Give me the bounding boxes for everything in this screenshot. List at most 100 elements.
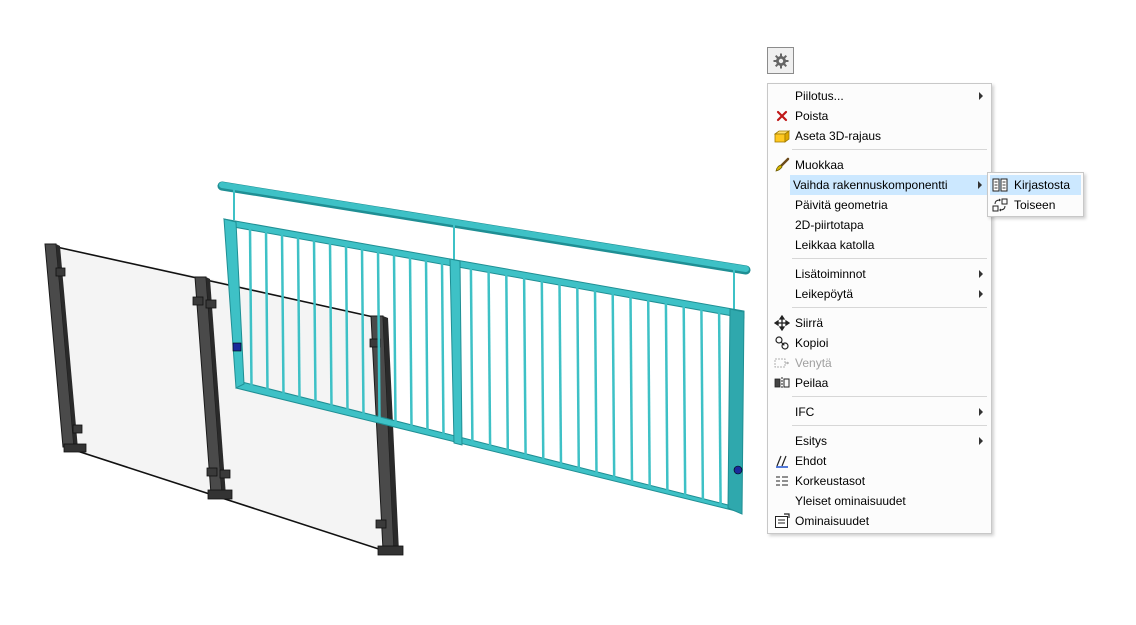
- menu-item-label: Korkeustasot: [795, 474, 866, 488]
- submenu-item-toiseen[interactable]: Toiseen: [990, 195, 1081, 215]
- baluster: [328, 242, 333, 408]
- menu-item-ehdot[interactable]: Ehdot: [770, 451, 989, 471]
- menu-item-lisatoiminnot[interactable]: Lisätoiminnot: [770, 264, 989, 284]
- menu-item-ominaisuudet[interactable]: Ominaisuudet: [770, 511, 989, 531]
- 3d-clip-icon: [774, 130, 790, 143]
- menu-item-peilaa[interactable]: Peilaa: [770, 373, 989, 393]
- baluster: [376, 250, 381, 420]
- baluster: [248, 227, 253, 388]
- menu-item-vaihda-rakennuskomponentti[interactable]: Vaihda rakennuskomponentti: [790, 175, 988, 195]
- menu-separator: [792, 258, 987, 259]
- edit-brush-icon: [775, 157, 790, 172]
- delete-x-icon: [776, 110, 788, 122]
- menu-item-leikepoyta[interactable]: Leikepöytä: [770, 284, 989, 304]
- menu-item-kopioi[interactable]: Kopioi: [770, 333, 989, 353]
- menu-separator: [792, 149, 987, 150]
- menu-item-siirra[interactable]: Siirrä: [770, 313, 989, 333]
- baluster: [487, 270, 492, 448]
- menu-item-yleiset-ominaisuudet[interactable]: Yleiset ominaisuudet: [770, 491, 989, 511]
- submenu-arrow-icon: [979, 408, 983, 416]
- baluster: [469, 267, 474, 443]
- menu-item-label: Poista: [795, 109, 829, 123]
- menu-item-label: Ominaisuudet: [795, 514, 870, 528]
- menu-item-label: Aseta 3D-rajaus: [795, 129, 882, 143]
- baluster: [344, 244, 349, 412]
- menu-item-poista[interactable]: Poista: [770, 106, 989, 126]
- baluster: [522, 276, 527, 457]
- swap-icon: [992, 198, 1008, 212]
- menu-item-2d-piirtotapa[interactable]: 2D-piirtotapa: [770, 215, 989, 235]
- menu-separator: [792, 425, 987, 426]
- menu-item-korkeustasot[interactable]: Korkeustasot: [770, 471, 989, 491]
- stretch-icon: [774, 358, 789, 368]
- gear-icon: [773, 53, 788, 68]
- menu-item-piilotus[interactable]: Piilotus...: [770, 86, 989, 106]
- settings-button[interactable]: [767, 47, 794, 74]
- mirror-icon: [774, 377, 790, 389]
- baluster: [440, 262, 445, 436]
- glass-railing[interactable]: [44, 243, 404, 556]
- menu-separator: [792, 396, 987, 397]
- menu-item-label: Venytä: [795, 356, 832, 370]
- submenu-item-label: Kirjastosta: [1014, 178, 1071, 192]
- menu-item-label: Leikepöytä: [795, 287, 854, 301]
- menu-item-label: Muokkaa: [795, 158, 844, 172]
- menu-item-muokkaa[interactable]: Muokkaa: [770, 155, 989, 175]
- menu-item-label: IFC: [795, 405, 815, 419]
- menu-item-label: Piilotus...: [795, 89, 844, 103]
- menu-item-ifc[interactable]: IFC: [770, 402, 989, 422]
- menu-item-esitys[interactable]: Esitys: [770, 431, 989, 451]
- baluster: [576, 286, 581, 470]
- menu-item-label: Vaihda rakennuskomponentti: [793, 178, 948, 192]
- submenu-arrow-icon: [979, 290, 983, 298]
- submenu-arrow-icon: [979, 437, 983, 445]
- menu-item-label: Leikkaa katolla: [795, 238, 875, 252]
- menu-item-label: Siirrä: [795, 316, 824, 330]
- menu-separator: [792, 307, 987, 308]
- baluster: [540, 279, 545, 461]
- submenu-vaihda-rakennuskomponentti: Kirjastosta Toiseen: [987, 172, 1084, 217]
- conditions-icon: [776, 455, 788, 468]
- baluster: [558, 283, 563, 466]
- baluster: [611, 292, 616, 479]
- edit-handle-circle[interactable]: [733, 465, 743, 475]
- menu-item-label: Yleiset ominaisuudet: [795, 494, 906, 508]
- baluster: [682, 305, 687, 497]
- menu-item-label: Päivitä geometria: [795, 198, 888, 212]
- move-icon: [774, 315, 790, 331]
- baluster: [408, 256, 413, 428]
- edit-handle-square[interactable]: [232, 342, 242, 352]
- copy-icon: [775, 336, 789, 350]
- glass-panel-1: [52, 246, 213, 494]
- baluster: [360, 247, 365, 416]
- baluster: [646, 298, 651, 488]
- baluster: [280, 233, 285, 396]
- baluster: [312, 239, 317, 404]
- menu-item-leikkaa-katolla[interactable]: Leikkaa katolla: [770, 235, 989, 255]
- submenu-arrow-icon: [979, 270, 983, 278]
- submenu-arrow-icon: [979, 92, 983, 100]
- baluster: [593, 289, 598, 475]
- submenu-arrow-icon: [978, 181, 982, 189]
- baluster: [629, 295, 634, 484]
- menu-item-venyta[interactable]: Venytä: [770, 353, 989, 373]
- menu-item-paivita-geometria[interactable]: Päivitä geometria: [770, 195, 989, 215]
- frame-middle-post: [449, 258, 463, 446]
- library-icon: [992, 178, 1008, 192]
- baluster: [717, 311, 722, 506]
- menu-item-label: 2D-piirtotapa: [795, 218, 864, 232]
- menu-item-label: Esitys: [795, 434, 828, 448]
- 3d-viewport[interactable]: [0, 0, 760, 625]
- levels-icon: [776, 476, 788, 486]
- baluster: [264, 230, 269, 392]
- submenu-item-kirjastosta[interactable]: Kirjastosta: [990, 175, 1081, 195]
- menu-item-aseta-3d-rajaus[interactable]: Aseta 3D-rajaus: [770, 126, 989, 146]
- menu-item-label: Lisätoiminnot: [795, 267, 866, 281]
- frame-right-post: [727, 308, 745, 515]
- submenu-item-label: Toiseen: [1014, 198, 1056, 212]
- baluster: [505, 273, 510, 452]
- context-menu: Piilotus... Poista Aseta 3D-rajaus Muokk…: [767, 83, 992, 534]
- baluster: [664, 302, 669, 493]
- properties-icon: [775, 513, 790, 528]
- baluster: [424, 259, 429, 432]
